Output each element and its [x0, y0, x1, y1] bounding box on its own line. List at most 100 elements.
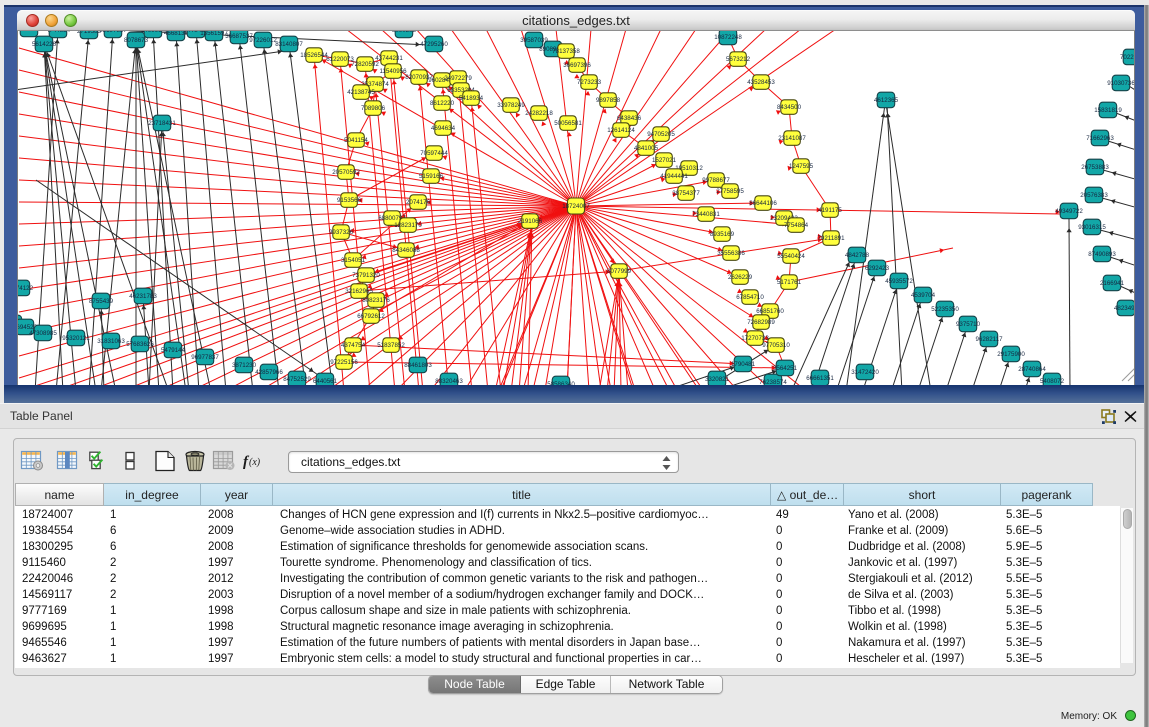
svg-text:46231783: 46231783 [129, 293, 157, 300]
svg-text:87490893: 87490893 [1088, 251, 1116, 258]
svg-text:7273233: 7273233 [577, 79, 602, 86]
svg-text:70211891: 70211891 [817, 235, 845, 242]
svg-text:(x): (x) [249, 457, 261, 468]
svg-text:15831819: 15831819 [1094, 107, 1122, 114]
svg-text:61220073: 61220073 [326, 56, 354, 63]
svg-text:84752529: 84752529 [283, 376, 311, 383]
svg-text:95320121: 95320121 [62, 335, 90, 342]
svg-text:52235350: 52235350 [931, 306, 959, 313]
svg-text:20570592: 20570592 [332, 169, 360, 176]
svg-text:4842788: 4842788 [845, 252, 870, 259]
svg-text:5418934: 5418934 [459, 95, 484, 102]
svg-text:10872248: 10872248 [714, 34, 742, 41]
svg-text:28740864: 28740864 [1018, 366, 1046, 373]
svg-text:27758595: 27758595 [716, 188, 744, 195]
svg-text:71662963: 71662963 [1086, 135, 1114, 142]
svg-text:18526544: 18526544 [300, 52, 328, 59]
svg-text:9375710: 9375710 [956, 321, 981, 328]
svg-text:70597444: 70597444 [420, 150, 448, 157]
svg-text:8078673: 8078673 [124, 37, 149, 44]
svg-text:2626229: 2626229 [728, 274, 753, 281]
svg-text:41944441: 41944441 [660, 173, 688, 180]
svg-text:8077999: 8077999 [607, 268, 632, 275]
svg-text:9153566: 9153566 [337, 197, 362, 204]
svg-text:97225156: 97225156 [330, 359, 358, 366]
svg-text:49349722: 49349722 [1055, 208, 1083, 215]
svg-text:96282117: 96282117 [975, 336, 1003, 343]
svg-text:80823176: 80823176 [362, 297, 390, 304]
svg-text:26753883: 26753883 [1081, 164, 1109, 171]
svg-text:91030736: 91030736 [1107, 80, 1135, 87]
svg-text:88320463: 88320463 [435, 378, 463, 385]
svg-text:99788677: 99788677 [702, 177, 730, 184]
svg-text:36697396: 36697396 [563, 62, 591, 69]
svg-text:38754377: 38754377 [672, 190, 700, 197]
svg-text:31472420: 31472420 [851, 369, 879, 376]
svg-text:42857966: 42857966 [255, 369, 283, 376]
svg-text:5171761: 5171761 [777, 279, 802, 286]
svg-text:8935169: 8935169 [710, 231, 735, 238]
svg-text:84346088: 84346088 [392, 247, 420, 254]
svg-text:67854710: 67854710 [736, 294, 764, 301]
svg-text:9937326: 9937326 [329, 229, 354, 236]
svg-text:6440561: 6440561 [313, 378, 338, 385]
svg-text:35556386: 35556386 [717, 250, 745, 257]
svg-text:12823170: 12823170 [394, 222, 422, 229]
svg-text:2719583: 2719583 [77, 31, 102, 35]
svg-text:8090293: 8090293 [392, 31, 417, 34]
svg-text:73440831: 73440831 [692, 211, 720, 218]
svg-text:50056581: 50056581 [554, 120, 582, 127]
svg-text:94705205: 94705205 [647, 131, 675, 138]
svg-text:3871230: 3871230 [232, 362, 257, 369]
svg-text:5614226: 5614226 [32, 41, 57, 48]
svg-text:47308985: 47308985 [29, 330, 57, 337]
svg-text:83140807: 83140807 [275, 41, 303, 48]
svg-text:8434500: 8434500 [777, 104, 802, 111]
svg-text:8755439: 8755439 [89, 298, 114, 305]
svg-text:88461803: 88461803 [404, 362, 432, 369]
svg-text:1527021: 1527021 [652, 157, 677, 164]
svg-text:7754864: 7754864 [784, 222, 809, 229]
svg-text:83197857: 83197857 [99, 31, 127, 34]
svg-text:33978249: 33978249 [497, 102, 525, 109]
svg-text:18724007: 18724007 [562, 203, 590, 210]
svg-text:29175900: 29175900 [997, 351, 1025, 358]
svg-text:23141087: 23141087 [778, 135, 806, 142]
svg-text:13561597: 13561597 [200, 31, 228, 37]
svg-text:57683626: 57683626 [126, 341, 154, 348]
svg-text:1499914: 1499914 [141, 31, 166, 34]
svg-text:1790481: 1790481 [731, 361, 756, 368]
svg-text:2166941: 2166941 [1100, 280, 1125, 287]
svg-text:4744854: 4744854 [46, 31, 71, 34]
svg-text:20576383: 20576383 [1080, 192, 1108, 199]
svg-text:96977837: 96977837 [191, 354, 219, 361]
svg-text:31831063: 31831063 [97, 338, 125, 345]
svg-text:7089806: 7089806 [361, 105, 386, 112]
svg-text:66851760: 66851760 [756, 308, 784, 315]
svg-text:93016315: 93016315 [1078, 224, 1106, 231]
svg-text:24282218: 24282218 [525, 110, 553, 117]
svg-text:97705310: 97705310 [762, 342, 790, 349]
svg-text:17270733: 17270733 [741, 335, 769, 342]
svg-text:4694634: 4694634 [431, 125, 456, 132]
svg-text:4612365: 4612365 [874, 97, 899, 104]
svg-text:3320821: 3320821 [705, 376, 730, 383]
svg-text:9897858: 9897858 [596, 97, 621, 104]
svg-text:3154051: 3154051 [341, 257, 366, 264]
svg-text:7022674: 7022674 [1120, 54, 1135, 61]
svg-text:5479144: 5479144 [161, 347, 186, 354]
svg-text:11540956: 11540956 [379, 68, 407, 75]
svg-text:3564251: 3564251 [773, 365, 798, 372]
svg-text:4539704: 4539704 [911, 292, 936, 299]
svg-text:24972279: 24972279 [444, 75, 472, 82]
svg-text:51837852: 51837852 [377, 342, 405, 349]
svg-text:78137358: 78137358 [552, 48, 580, 55]
svg-text:8612220: 8612220 [430, 100, 455, 107]
svg-text:66661351: 66661351 [806, 375, 834, 382]
svg-text:4823498: 4823498 [1114, 305, 1135, 312]
svg-text:12614124: 12614124 [607, 127, 635, 134]
svg-text:97226012: 97226012 [249, 37, 277, 44]
svg-text:2074176: 2074176 [406, 199, 431, 206]
svg-text:43528453: 43528453 [747, 79, 775, 86]
svg-text:45935572: 45935572 [885, 278, 913, 285]
